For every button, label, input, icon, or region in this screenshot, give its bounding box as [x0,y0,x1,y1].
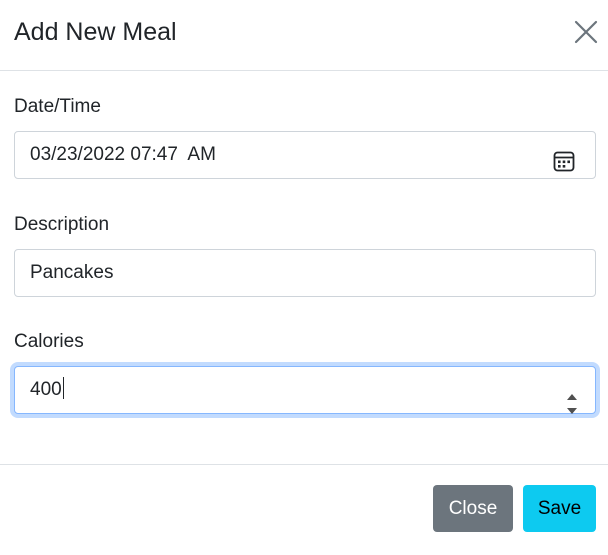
datetime-input[interactable]: 03/23/2022 07:47 AM [14,131,596,179]
text-caret [62,377,64,399]
modal-header: Add New Meal [0,0,608,71]
spin-down-icon[interactable] [563,390,581,414]
datetime-label: Date/Time [14,96,101,117]
add-meal-modal: Add New Meal Date/Time 03/23/2022 07:47 … [0,0,608,555]
calories-label: Calories [14,331,84,352]
calendar-icon[interactable] [553,144,575,172]
close-x-icon[interactable] [571,17,601,47]
spin-up-icon[interactable] [563,376,581,400]
calories-value-wrap: 400 [30,367,64,413]
description-input[interactable]: Pancakes [14,249,596,297]
calories-value: 400 [30,379,62,400]
number-spinner[interactable] [563,376,581,414]
footer-divider [0,464,608,465]
close-button[interactable]: Close [433,485,513,532]
calories-input[interactable]: 400 [14,366,596,414]
modal-title: Add New Meal [14,18,177,46]
description-value: Pancakes [30,262,114,283]
datetime-value: 03/23/2022 07:47 AM [30,144,216,165]
save-button[interactable]: Save [523,485,596,532]
description-label: Description [14,214,110,235]
